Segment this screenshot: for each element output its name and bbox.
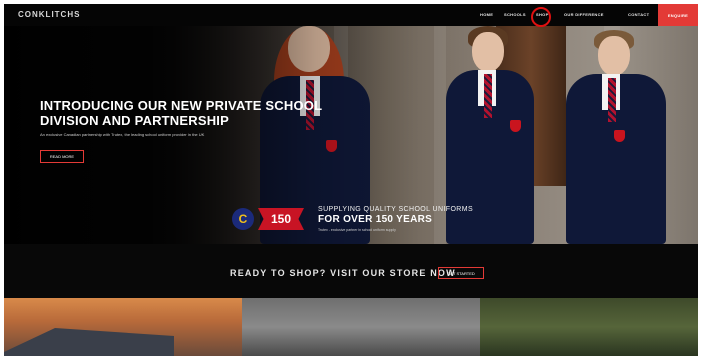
feature-tile-fabric[interactable] xyxy=(242,298,480,356)
hero-banner: INTRODUCING OUR NEW PRIVATE SCHOOL DIVIS… xyxy=(4,26,698,244)
site-logo[interactable]: CONKLITCHS xyxy=(18,10,80,19)
anniversary-text: SUPPLYING QUALITY SCHOOL UNIFORMS FOR OV… xyxy=(318,206,473,232)
site-header: CONKLITCHS HOME SCHOOLS SHOP OUR DIFFERE… xyxy=(4,4,698,27)
hero-heading: INTRODUCING OUR NEW PRIVATE SCHOOL DIVIS… xyxy=(40,98,322,128)
feature-tile-school-building[interactable] xyxy=(4,298,242,356)
banner-tagline: SUPPLYING QUALITY SCHOOL UNIFORMS xyxy=(318,206,474,213)
feature-tile-nature[interactable] xyxy=(480,298,698,356)
nav-item-schools[interactable]: SCHOOLS xyxy=(504,12,526,17)
brand-c-logo-icon: C xyxy=(232,208,254,230)
hero-subtitle: An exclusive Canadian partnership with T… xyxy=(40,132,205,137)
150-years-ribbon: 150 xyxy=(258,208,304,230)
anniversary-badge-group: C 150 xyxy=(232,204,312,236)
browser-page: CONKLITCHS HOME SCHOOLS SHOP OUR DIFFERE… xyxy=(4,4,698,356)
highlight-circle-annotation xyxy=(531,7,551,27)
nav-item-home[interactable]: HOME xyxy=(480,12,493,17)
get-started-button[interactable]: GET STARTED xyxy=(438,267,484,279)
nav-item-contact[interactable]: CONTACT xyxy=(628,12,649,17)
shop-cta-text: READY TO SHOP? VISIT OUR STORE NOW xyxy=(230,268,456,278)
shop-cta-strip: READY TO SHOP? VISIT OUR STORE NOW GET S… xyxy=(4,244,698,298)
banner-fineprint: Trutex - exclusive partner in school uni… xyxy=(318,228,396,232)
read-more-button[interactable]: READ MORE xyxy=(40,150,84,163)
enquire-button[interactable]: ENQUIRE xyxy=(658,4,698,26)
banner-headline: FOR OVER 150 YEARS xyxy=(318,214,433,225)
building-roof xyxy=(4,328,174,356)
nav-item-our-difference[interactable]: OUR DIFFERENCE xyxy=(564,12,604,17)
